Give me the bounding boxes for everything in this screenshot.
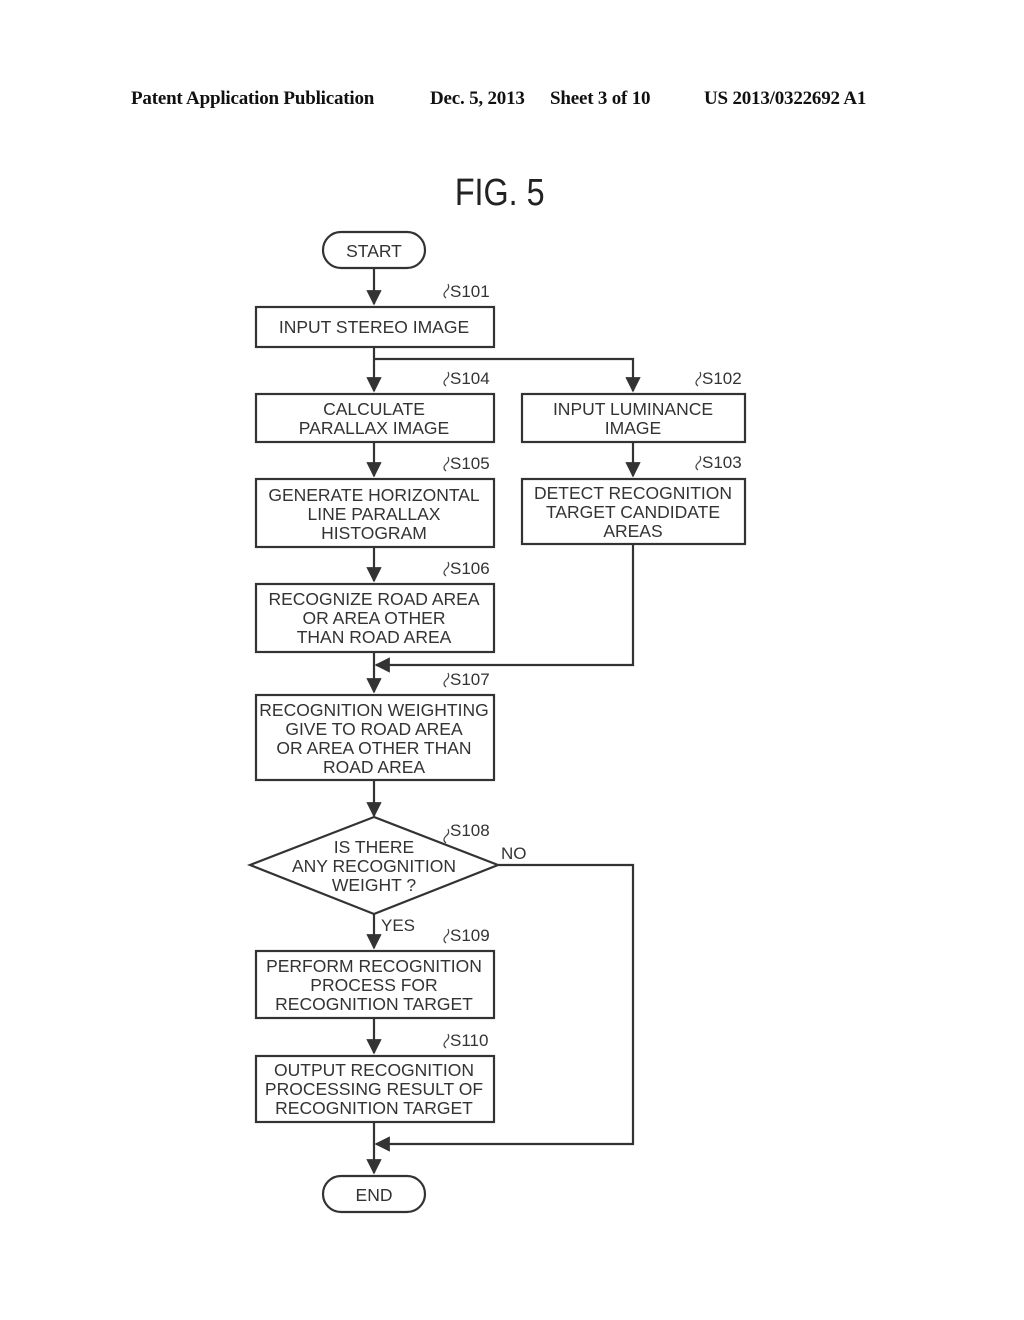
step-id: S108 (450, 821, 490, 840)
end-label: END (356, 1185, 393, 1205)
end-terminal: END (321, 1174, 427, 1214)
arrow-s101-s102 (374, 357, 641, 393)
decision-text: IS THERE (334, 837, 414, 857)
no-label: NO (501, 844, 527, 863)
step-text: RECOGNIZE ROAD AREA (268, 589, 479, 609)
yes-label: YES (381, 916, 415, 935)
step-text: CALCULATE (323, 399, 425, 419)
decision-s108: IS THERE ANY RECOGNITION WEIGHT ? S108 N… (246, 815, 527, 935)
decision-text: WEIGHT ? (332, 875, 417, 895)
step-text: HISTOGRAM (321, 523, 427, 543)
step-text: PROCESS FOR (310, 975, 437, 995)
step-text: GIVE TO ROAD AREA (285, 719, 463, 739)
step-text: INPUT STEREO IMAGE (279, 317, 469, 337)
step-text: PARALLAX IMAGE (299, 418, 449, 438)
step-text: OUTPUT RECOGNITION (274, 1060, 474, 1080)
leader-tick (443, 672, 450, 688)
flowchart: START INPUT STEREO IMAGE S101 CALCULATE … (246, 230, 747, 1214)
step-text: IMAGE (605, 418, 661, 438)
step-id: S109 (450, 926, 490, 945)
step-text: OR AREA OTHER THAN (276, 738, 471, 758)
decision-text: ANY RECOGNITION (292, 856, 456, 876)
step-text: DETECT RECOGNITION (534, 483, 732, 503)
step-id: S102 (702, 369, 742, 388)
start-label: START (346, 241, 402, 261)
leader-tick (443, 828, 450, 844)
step-text: AREAS (603, 521, 662, 541)
step-text: INPUT LUMINANCE (553, 399, 713, 419)
step-id: S104 (450, 369, 490, 388)
step-id: S107 (450, 670, 490, 689)
step-text: GENERATE HORIZONTAL (268, 485, 480, 505)
step-text: TARGET CANDIDATE (546, 502, 720, 522)
step-id: S110 (450, 1031, 488, 1050)
step-text: PROCESSING RESULT OF (265, 1079, 483, 1099)
step-text: RECOGNITION TARGET (275, 1098, 473, 1118)
step-text: RECOGNITION WEIGHTING (259, 700, 488, 720)
step-text: ROAD AREA (323, 757, 425, 777)
leader-tick (695, 455, 702, 471)
leader-tick (443, 371, 450, 387)
start-terminal: START (321, 230, 427, 270)
step-id: S101 (450, 282, 490, 301)
step-text: THAN ROAD AREA (297, 627, 452, 647)
leader-tick (443, 928, 450, 944)
leader-tick (443, 283, 450, 299)
leader-tick (443, 456, 450, 472)
step-text: RECOGNITION TARGET (275, 994, 473, 1014)
leader-tick (443, 561, 450, 577)
step-id: S106 (450, 559, 490, 578)
leader-tick (695, 371, 702, 387)
step-id: S103 (702, 453, 742, 472)
step-text: OR AREA OTHER (303, 608, 446, 628)
step-text: LINE PARALLAX (308, 504, 441, 524)
step-text: PERFORM RECOGNITION (266, 956, 482, 976)
step-id: S105 (450, 454, 490, 473)
leader-tick (443, 1033, 450, 1049)
